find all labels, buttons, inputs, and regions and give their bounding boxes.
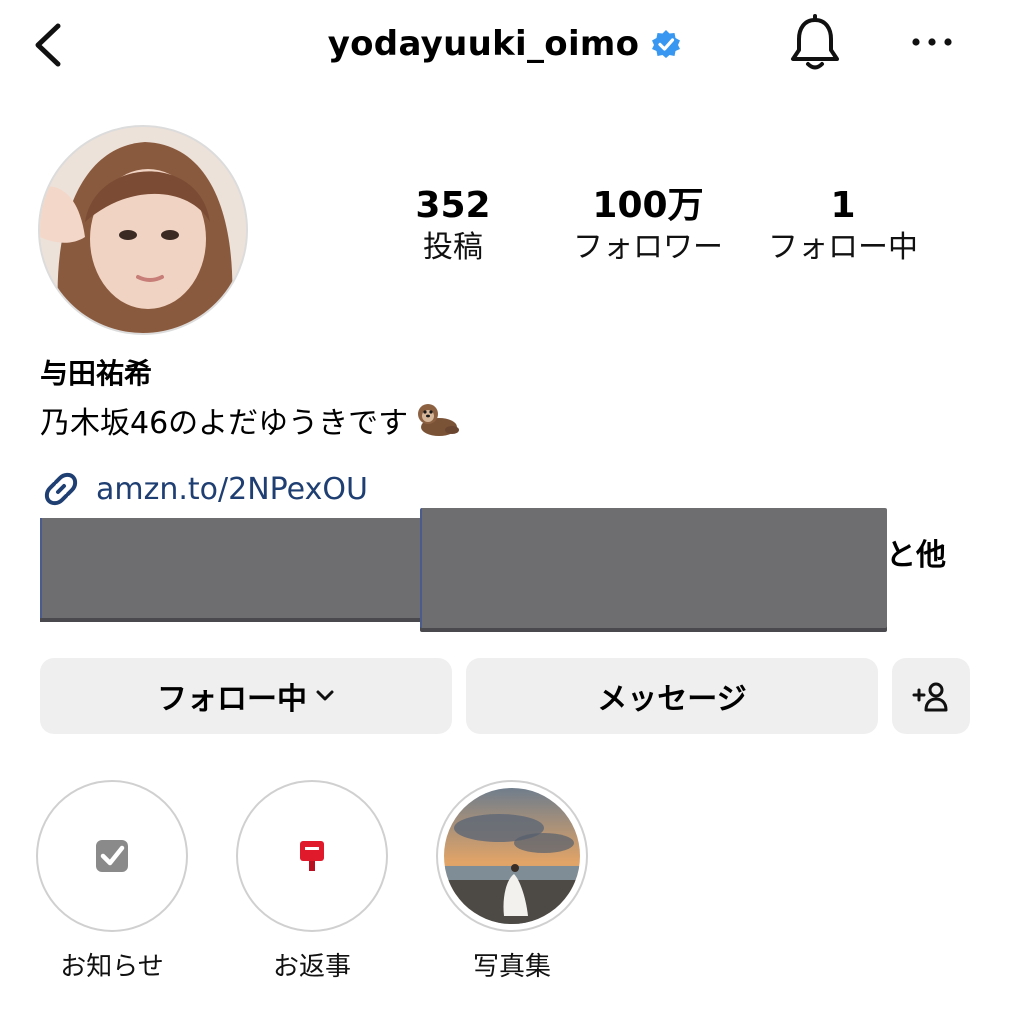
highlight-circle [236, 780, 388, 932]
followers-count[interactable]: 100万 フォロワー [553, 184, 743, 268]
chevron-down-icon [316, 690, 334, 701]
avatar-photo [40, 127, 246, 333]
posts-count[interactable]: 352 投稿 [358, 184, 548, 268]
followed-by-suffix[interactable]: と他 [886, 530, 946, 574]
following-label: フォロー中 [768, 230, 918, 265]
add-user-button[interactable] [892, 658, 970, 734]
profile-name: 与田祐希 [40, 357, 153, 390]
posts-label: 投稿 [423, 230, 483, 265]
followers-label: フォロワー [573, 230, 723, 265]
message-button-label: メッセージ [597, 682, 747, 717]
username-title: yodayuuki_oimo [327, 24, 640, 64]
bell-icon [791, 14, 839, 70]
profile-link[interactable]: amzn.to/2NPexOU [40, 468, 368, 510]
highlight-photobook[interactable]: 写真集 [434, 780, 590, 983]
more-horizontal-icon [912, 38, 952, 46]
profile-bio: 乃木坂46のよだゆうきです [40, 398, 460, 442]
posts-value: 352 [415, 185, 491, 226]
redacted-block [40, 518, 424, 618]
bio-text: 乃木坂46のよだゆうきです [40, 406, 409, 441]
followers-value: 100万 [592, 185, 704, 226]
profile-header: yodayuuki_oimo [0, 18, 1009, 70]
verified-badge-icon [652, 30, 681, 58]
redacted-block [420, 508, 887, 628]
link-text: amzn.to/2NPexOU [96, 471, 368, 507]
message-button[interactable]: メッセージ [466, 658, 878, 734]
checkbox-icon [96, 840, 128, 872]
highlight-circle [436, 780, 588, 932]
more-options-button[interactable] [908, 24, 956, 60]
following-value: 1 [830, 185, 856, 226]
highlight-replies[interactable]: お返事 [234, 780, 390, 983]
highlight-announcements[interactable]: お知らせ [34, 780, 190, 983]
profile-avatar[interactable] [38, 125, 248, 335]
otter-emoji-icon [418, 404, 460, 436]
highlight-label: お返事 [272, 952, 351, 982]
add-user-icon [912, 682, 948, 712]
notification-bell-button[interactable] [788, 14, 842, 74]
postbox-icon [300, 841, 324, 871]
following-button-label: フォロー中 [157, 682, 307, 717]
highlight-circle [36, 780, 188, 932]
highlight-label: 写真集 [472, 952, 551, 982]
following-button[interactable]: フォロー中 [40, 658, 452, 734]
following-count[interactable]: 1 フォロー中 [748, 184, 938, 268]
link-icon [44, 472, 78, 506]
highlight-label: お知らせ [60, 952, 164, 982]
photo-thumbnail [444, 788, 580, 924]
